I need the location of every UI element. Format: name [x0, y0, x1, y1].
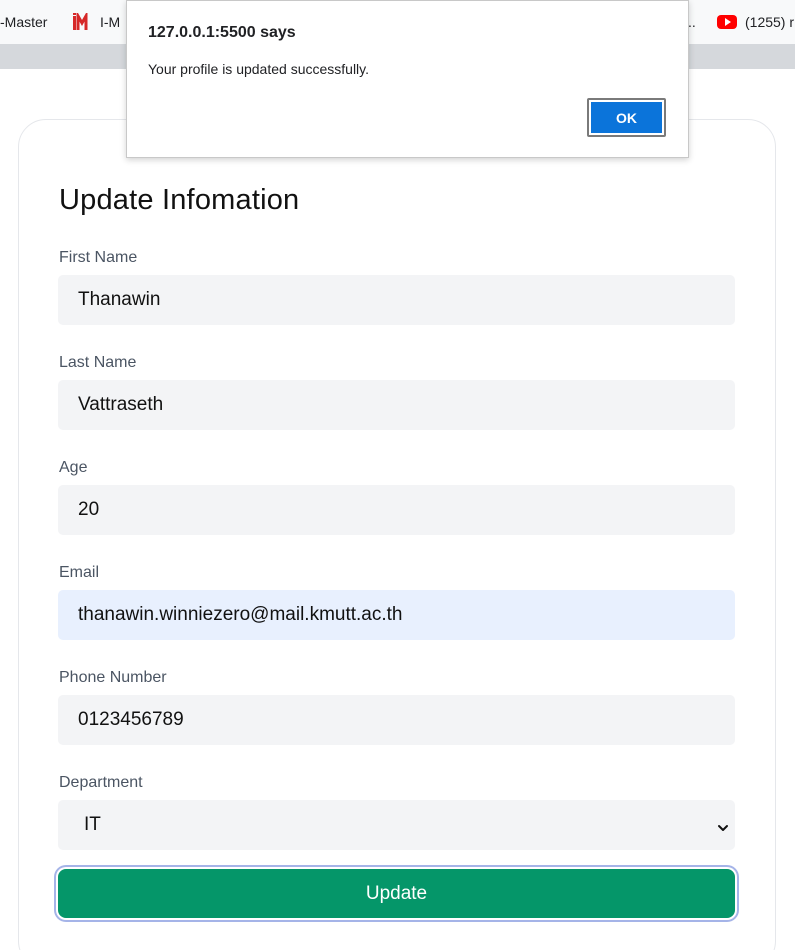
phone-number-input[interactable]: 0123456789: [58, 695, 735, 745]
bookmark-label: I-M: [100, 14, 121, 30]
age-label: Age: [59, 459, 88, 476]
first-name-input[interactable]: Thanawin: [58, 275, 735, 325]
bookmark-label: (1255) r: [745, 14, 795, 30]
bookmark-item-truncated[interactable]: ..: [688, 0, 696, 44]
alert-ok-label: OK: [591, 102, 662, 133]
bookmark-item-master[interactable]: -Master: [0, 0, 47, 44]
age-input[interactable]: 20: [58, 485, 735, 535]
bookmark-item-imaster[interactable]: I-M: [72, 0, 120, 44]
bookmark-label: -Master: [0, 14, 48, 30]
imaster-logo-icon: [72, 10, 92, 31]
last-name-label: Last Name: [59, 354, 137, 371]
department-label: Department: [59, 774, 143, 791]
alert-message: Your profile is updated successfully.: [148, 61, 370, 77]
bookmark-item-youtube[interactable]: (1255) r: [717, 0, 794, 44]
chevron-down-icon: [717, 818, 729, 840]
alert-title: 127.0.0.1:5500 says: [148, 24, 296, 41]
department-value: IT: [84, 814, 101, 835]
youtube-icon: [717, 15, 737, 29]
age-value: 20: [78, 499, 100, 520]
email-label: Email: [59, 564, 100, 581]
alert-ok-button[interactable]: OK: [587, 98, 666, 137]
phone-number-value: 0123456789: [78, 709, 184, 730]
department-select[interactable]: IT: [58, 800, 735, 850]
email-value: thanawin.winniezero@mail.kmutt.ac.th: [78, 604, 403, 625]
last-name-input[interactable]: Vattraseth: [58, 380, 735, 430]
form-title: Update Infomation: [59, 184, 300, 216]
last-name-value: Vattraseth: [78, 394, 164, 415]
update-button[interactable]: Update: [58, 869, 735, 918]
first-name-value: Thanawin: [78, 289, 161, 310]
phone-number-label: Phone Number: [59, 669, 167, 686]
email-input[interactable]: thanawin.winniezero@mail.kmutt.ac.th: [58, 590, 735, 640]
first-name-label: First Name: [59, 249, 138, 266]
bookmark-label: ..: [688, 14, 696, 30]
